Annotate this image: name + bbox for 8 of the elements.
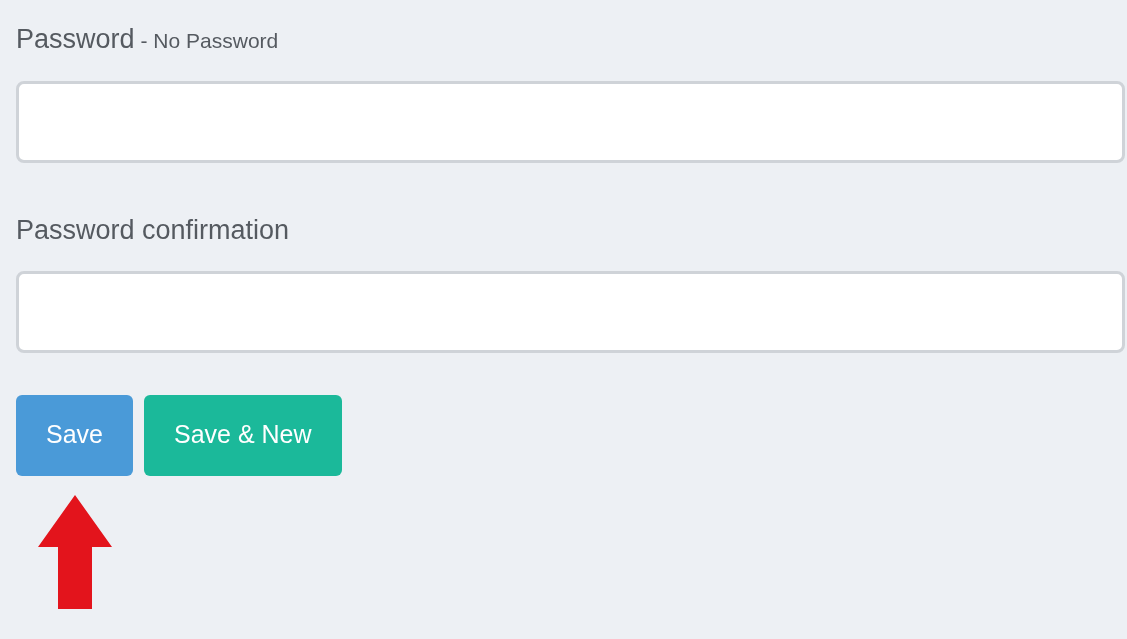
up-arrow-icon (38, 494, 112, 609)
password-field[interactable] (16, 270, 1125, 353)
field-note: - No Password (140, 28, 279, 54)
save-button[interactable]: Save & New (144, 394, 342, 476)
field-label: Password (16, 23, 135, 56)
field-label: Password confirmation (16, 213, 290, 247)
save-button[interactable]: Save (16, 394, 133, 476)
password-field[interactable] (16, 80, 1125, 163)
